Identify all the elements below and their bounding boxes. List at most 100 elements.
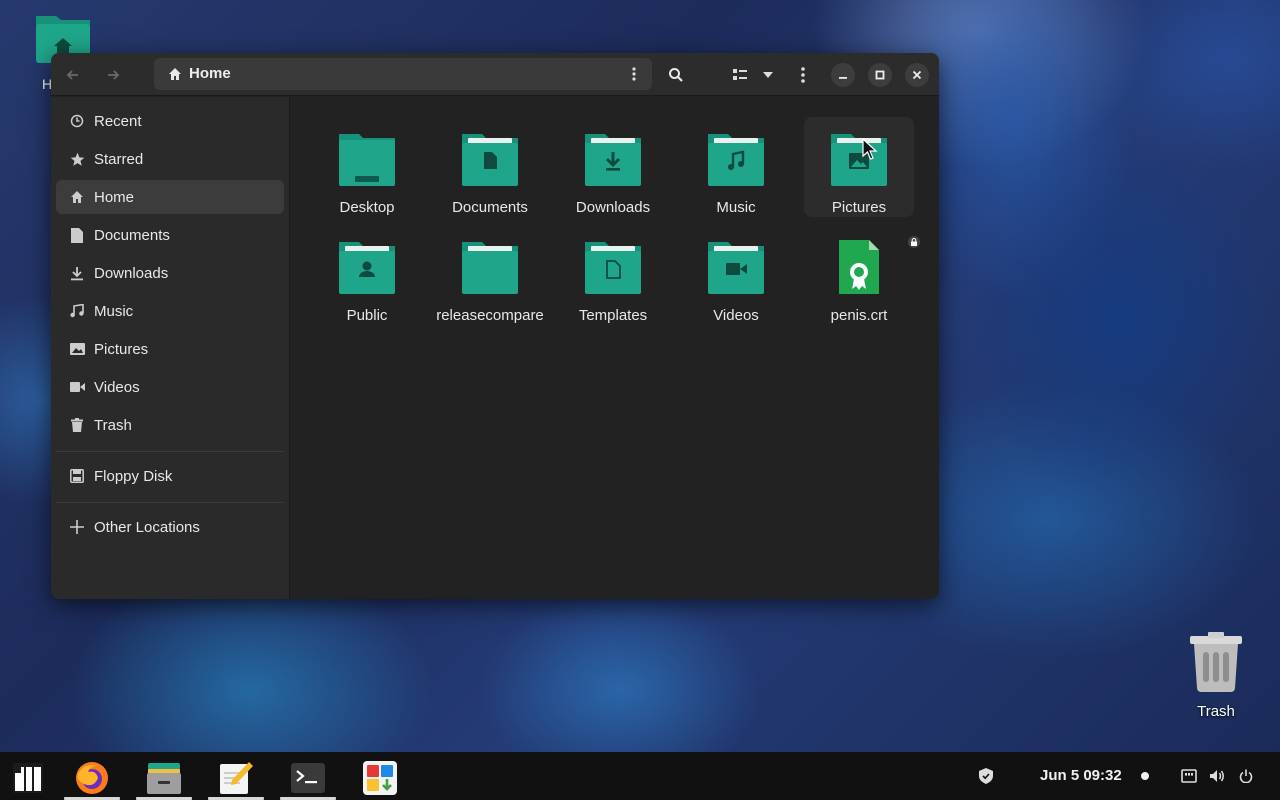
file-name: Pictures xyxy=(831,199,887,216)
trash-icon xyxy=(69,417,85,433)
volume-icon xyxy=(1210,770,1224,782)
file-item-public[interactable]: Public xyxy=(312,230,422,330)
kebab-menu-icon xyxy=(801,67,805,83)
lock-icon xyxy=(908,236,920,248)
main-menu-button[interactable] xyxy=(789,61,817,89)
text-editor-icon xyxy=(220,762,253,794)
taskbar: Jun 5 09:32 xyxy=(0,752,1280,800)
taskbar-firefox[interactable] xyxy=(64,756,120,800)
sidebar-item-recent[interactable]: Recent xyxy=(56,104,284,138)
folder-icon xyxy=(462,242,518,294)
music-icon xyxy=(69,303,85,319)
files-icon xyxy=(147,763,181,794)
forward-button[interactable] xyxy=(99,61,127,89)
view-toggle-button[interactable] xyxy=(726,61,754,89)
folder-templates-icon xyxy=(585,242,641,294)
notification-tray-button[interactable] xyxy=(1135,766,1155,786)
software-center-icon xyxy=(363,761,397,795)
path-menu-button[interactable] xyxy=(624,64,644,84)
sidebar-item-pictures[interactable]: Pictures xyxy=(56,332,284,366)
volume-tray-button[interactable] xyxy=(1208,766,1228,786)
terminal-icon xyxy=(291,763,325,793)
sidebar-item-label: Documents xyxy=(94,226,170,244)
file-grid: Desktop Documents Downloads Music Pictur… xyxy=(291,97,939,599)
back-button[interactable] xyxy=(59,61,87,89)
grid-view-icon xyxy=(733,69,747,80)
folder-downloads-icon xyxy=(585,134,641,186)
sidebar-item-videos[interactable]: Videos xyxy=(56,370,284,404)
sidebar-item-home[interactable]: Home xyxy=(56,180,284,214)
sidebar-item-trash[interactable]: Trash xyxy=(56,408,284,442)
arrow-left-icon xyxy=(66,70,78,80)
minimize-icon xyxy=(839,77,847,79)
file-name: Documents xyxy=(452,199,528,216)
home-icon xyxy=(169,68,181,80)
taskbar-text-editor[interactable] xyxy=(208,756,264,800)
arrow-right-icon xyxy=(108,70,120,80)
file-item-documents[interactable]: Documents xyxy=(435,122,545,222)
sidebar-item-starred[interactable]: Starred xyxy=(56,142,284,176)
clock[interactable]: Jun 5 09:32 xyxy=(1040,767,1122,784)
app-menu-button[interactable] xyxy=(0,756,56,800)
sidebar-item-label: Music xyxy=(94,302,134,320)
sidebar-item-downloads[interactable]: Downloads xyxy=(56,256,284,290)
file-item-downloads[interactable]: Downloads xyxy=(558,122,668,222)
desktop-trash[interactable]: Trash xyxy=(1180,630,1252,720)
taskbar-terminal[interactable] xyxy=(280,756,336,800)
file-name: releasecompare xyxy=(436,307,544,324)
path-title: Home xyxy=(189,65,231,82)
header-bar: Home xyxy=(51,53,939,96)
search-button[interactable] xyxy=(662,61,690,89)
floppy-icon xyxy=(69,468,85,484)
file-item-templates[interactable]: Templates xyxy=(558,230,668,330)
taskbar-files[interactable] xyxy=(136,756,192,800)
sidebar-item-documents[interactable]: Documents xyxy=(56,218,284,252)
file-item-penis-crt[interactable]: penis.crt xyxy=(804,230,920,330)
sidebar-item-music[interactable]: Music xyxy=(56,294,284,328)
sidebar-item-label: Other Locations xyxy=(94,518,200,536)
download-icon xyxy=(69,265,85,281)
sidebar-item-label: Videos xyxy=(94,378,140,396)
file-name: Public xyxy=(346,307,388,324)
view-options-button[interactable] xyxy=(754,61,782,89)
sidebar: Recent Starred Home Documents Downloads … xyxy=(51,97,290,599)
notification-dot-icon xyxy=(1141,772,1149,780)
file-item-music[interactable]: Music xyxy=(681,122,791,222)
sidebar-item-other-locations[interactable]: Other Locations xyxy=(56,510,284,544)
clock-icon xyxy=(69,113,85,129)
path-bar[interactable]: Home xyxy=(154,58,652,90)
maximize-icon xyxy=(875,70,885,80)
sidebar-item-label: Pictures xyxy=(94,340,149,358)
sidebar-item-label: Downloads xyxy=(94,264,169,282)
minimize-button[interactable] xyxy=(831,63,855,87)
file-item-videos[interactable]: Videos xyxy=(681,230,791,330)
close-button[interactable] xyxy=(905,63,929,87)
file-item-releasecompare[interactable]: releasecompare xyxy=(435,230,545,330)
taskbar-software-center[interactable] xyxy=(352,756,408,800)
kebab-menu-icon xyxy=(632,67,636,81)
search-icon xyxy=(669,68,683,82)
file-name: Downloads xyxy=(575,199,651,216)
power-tray-button[interactable] xyxy=(1236,766,1256,786)
file-name: Desktop xyxy=(339,199,395,216)
security-tray-button[interactable] xyxy=(976,766,996,786)
file-item-pictures[interactable]: Pictures xyxy=(804,117,914,217)
firefox-icon xyxy=(76,762,108,794)
sidebar-item-label: Home xyxy=(94,188,135,206)
network-tray-button[interactable] xyxy=(1179,766,1199,786)
mouse-cursor-icon xyxy=(862,138,878,160)
file-name: penis.crt xyxy=(830,307,888,324)
sidebar-item-floppy-disk[interactable]: Floppy Disk xyxy=(56,459,284,493)
close-icon xyxy=(912,70,922,80)
chevron-down-icon xyxy=(763,72,773,78)
certificate-file-icon xyxy=(839,240,879,294)
sidebar-separator xyxy=(56,502,284,503)
folder-documents-icon xyxy=(462,134,518,186)
shield-icon xyxy=(979,768,993,784)
document-icon xyxy=(69,227,85,243)
sidebar-separator xyxy=(56,451,284,452)
maximize-button[interactable] xyxy=(868,63,892,87)
file-item-desktop[interactable]: Desktop xyxy=(312,122,422,222)
file-name: Music xyxy=(716,199,756,216)
power-icon xyxy=(1239,769,1253,783)
